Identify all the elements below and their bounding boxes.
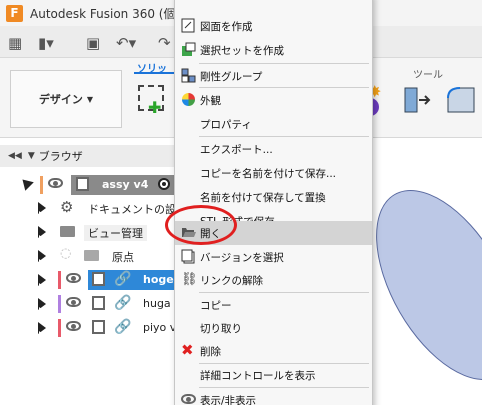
expand-arrow-icon[interactable] [38,202,46,217]
fusion-logo-icon: F [6,4,23,22]
collapse-panel-icon[interactable]: ◀◀ [8,151,22,161]
expand-arrow-icon[interactable] [38,226,46,241]
menu-item-label: 図面を作成 [200,21,253,33]
chevron-down-icon: ▼ [86,94,94,104]
menu-item-copy[interactable]: コピー [175,293,372,317]
visibility-eye-icon[interactable] [66,273,81,283]
menu-item-label: 詳細コントロールを表示 [200,370,316,382]
annotation-circle [165,205,237,245]
activate-target-icon[interactable] [158,178,170,190]
component-icon [76,177,89,191]
menu-item-label: 剛性グループ [200,71,263,83]
undo-icon[interactable]: ↶▾ [116,34,136,52]
save-icon[interactable]: ▣ [86,34,100,52]
visibility-eye-icon[interactable] [48,178,63,188]
tree-label: ビュー管理 [84,225,147,241]
component-icon [92,296,105,310]
link-icon: 🔗 [114,319,132,335]
menu-item-show-detail-control[interactable]: 詳細コントロールを表示 [175,363,372,387]
tree-row-doc-settings[interactable]: ⚙ ドキュメントの設定 [0,197,187,219]
menu-item-rigid-group[interactable]: 剛性グループ [175,64,372,88]
menu-item-break-link[interactable]: ⛓ リンクの解除 [175,268,372,292]
context-menu: 図面を作成 選択セットを作成 剛性グループ 外観 プロパティ エクスポート... [174,0,373,405]
tree-row-huga[interactable]: 🔗 huga v [0,293,181,315]
link-icon: 🔗 [114,295,132,311]
menu-item-save-copy-as[interactable]: コピーを名前を付けて保存... [175,161,372,185]
workspace-switcher-button[interactable]: デザイン ▼ [10,70,122,128]
folder-icon [84,250,99,261]
menu-item-cut[interactable]: 切り取り [175,316,372,340]
version-icon [181,249,195,264]
tree-row-named-views[interactable]: ビュー管理 [0,221,178,243]
delete-x-icon: ✖ [181,341,194,359]
menu-item-delete[interactable]: ✖ 削除 [175,339,372,363]
menu-item-label: コピー [200,300,232,312]
tree-row-root[interactable]: assy v4 [0,174,178,196]
expand-arrow-icon[interactable] [38,322,46,337]
status-bar [58,295,61,313]
workspace-label: デザイン [38,93,83,106]
link-icon: 🔗 [114,271,132,287]
visibility-eye-icon[interactable] [66,321,81,331]
menu-item-show-hide[interactable]: 表示/非表示 [175,388,372,405]
tree-row-origin[interactable]: ◌ 原点 [0,245,178,267]
rigid-group-icon [181,68,196,83]
component-icon [92,272,105,286]
hidden-eye-icon[interactable]: ◌ [60,246,71,261]
status-bar [58,319,61,337]
browser-panel-header[interactable]: ◀◀ ▼ ブラウザ [0,145,178,167]
status-bar [40,176,43,194]
menu-item-label: プロパティ [200,119,252,131]
gear-icon: ⚙ [60,198,74,216]
expand-arrow-icon[interactable] [38,250,46,265]
menu-item-label: エクスポート... [200,144,273,156]
tools-group-label: ツール [413,70,443,81]
menu-item-label: リンクの解除 [200,275,263,287]
redo-icon[interactable]: ↷ [158,34,171,52]
tree-row-hoge[interactable]: 🔗 hoge [0,269,178,291]
visibility-eye-icon[interactable] [66,297,81,307]
expand-arrow-icon[interactable] [38,274,46,289]
chevron-down-icon[interactable]: ▼ [28,151,35,161]
menu-item-label: 表示/非表示 [200,395,257,405]
plus-icon: ✚ [148,98,162,117]
menu-item-label: バージョンを選択 [200,252,284,264]
expanded-arrow-icon[interactable] [18,175,34,191]
fusion-window: F Autodesk Fusion 360 (個人用 ▦ ▮▾ ▣ ↶▾ ↷ デ… [0,0,482,405]
menu-item-create-selection-set[interactable]: 選択セットを作成 [175,38,372,62]
menu-item-label: 切り取り [200,323,242,335]
menu-item-label: 名前を付けて保存して置換 [200,192,326,204]
menu-item-label: コピーを名前を付けて保存... [200,168,337,180]
grid-menu-icon[interactable]: ▦ [8,34,22,52]
menu-item-label: 選択セットを作成 [200,45,284,57]
status-bar [58,271,61,289]
drawing-icon [181,18,195,33]
tree-label: piyo v [143,321,177,334]
tree-label: assy v4 [102,178,149,191]
menu-item-create-drawing[interactable]: 図面を作成 [175,14,372,38]
menu-item-export[interactable]: エクスポート... [175,137,372,161]
folder-icon [60,226,75,237]
expand-arrow-icon[interactable] [38,298,46,313]
fillet-icon[interactable] [444,84,478,116]
menu-item-label: 外観 [200,95,221,107]
browser-title: ブラウザ [38,150,83,163]
appearance-icon [182,93,195,106]
file-icon[interactable]: ▮▾ [38,34,54,52]
tree-label: hoge [143,273,174,286]
menu-item-properties[interactable]: プロパティ [175,112,372,136]
menu-item-label: 削除 [200,346,221,358]
eye-icon [181,394,196,405]
menu-item-select-version[interactable]: バージョンを選択 [175,245,372,269]
tree-row-piyo[interactable]: 🔗 piyo v [0,317,178,339]
tree-label: 原点 [112,251,134,264]
break-link-icon: ⛓ [181,272,198,287]
menu-item-appearance[interactable]: 外観 [175,88,372,112]
press-pull-icon[interactable] [403,84,433,116]
component-icon [92,320,105,334]
selection-set-icon [182,42,196,56]
